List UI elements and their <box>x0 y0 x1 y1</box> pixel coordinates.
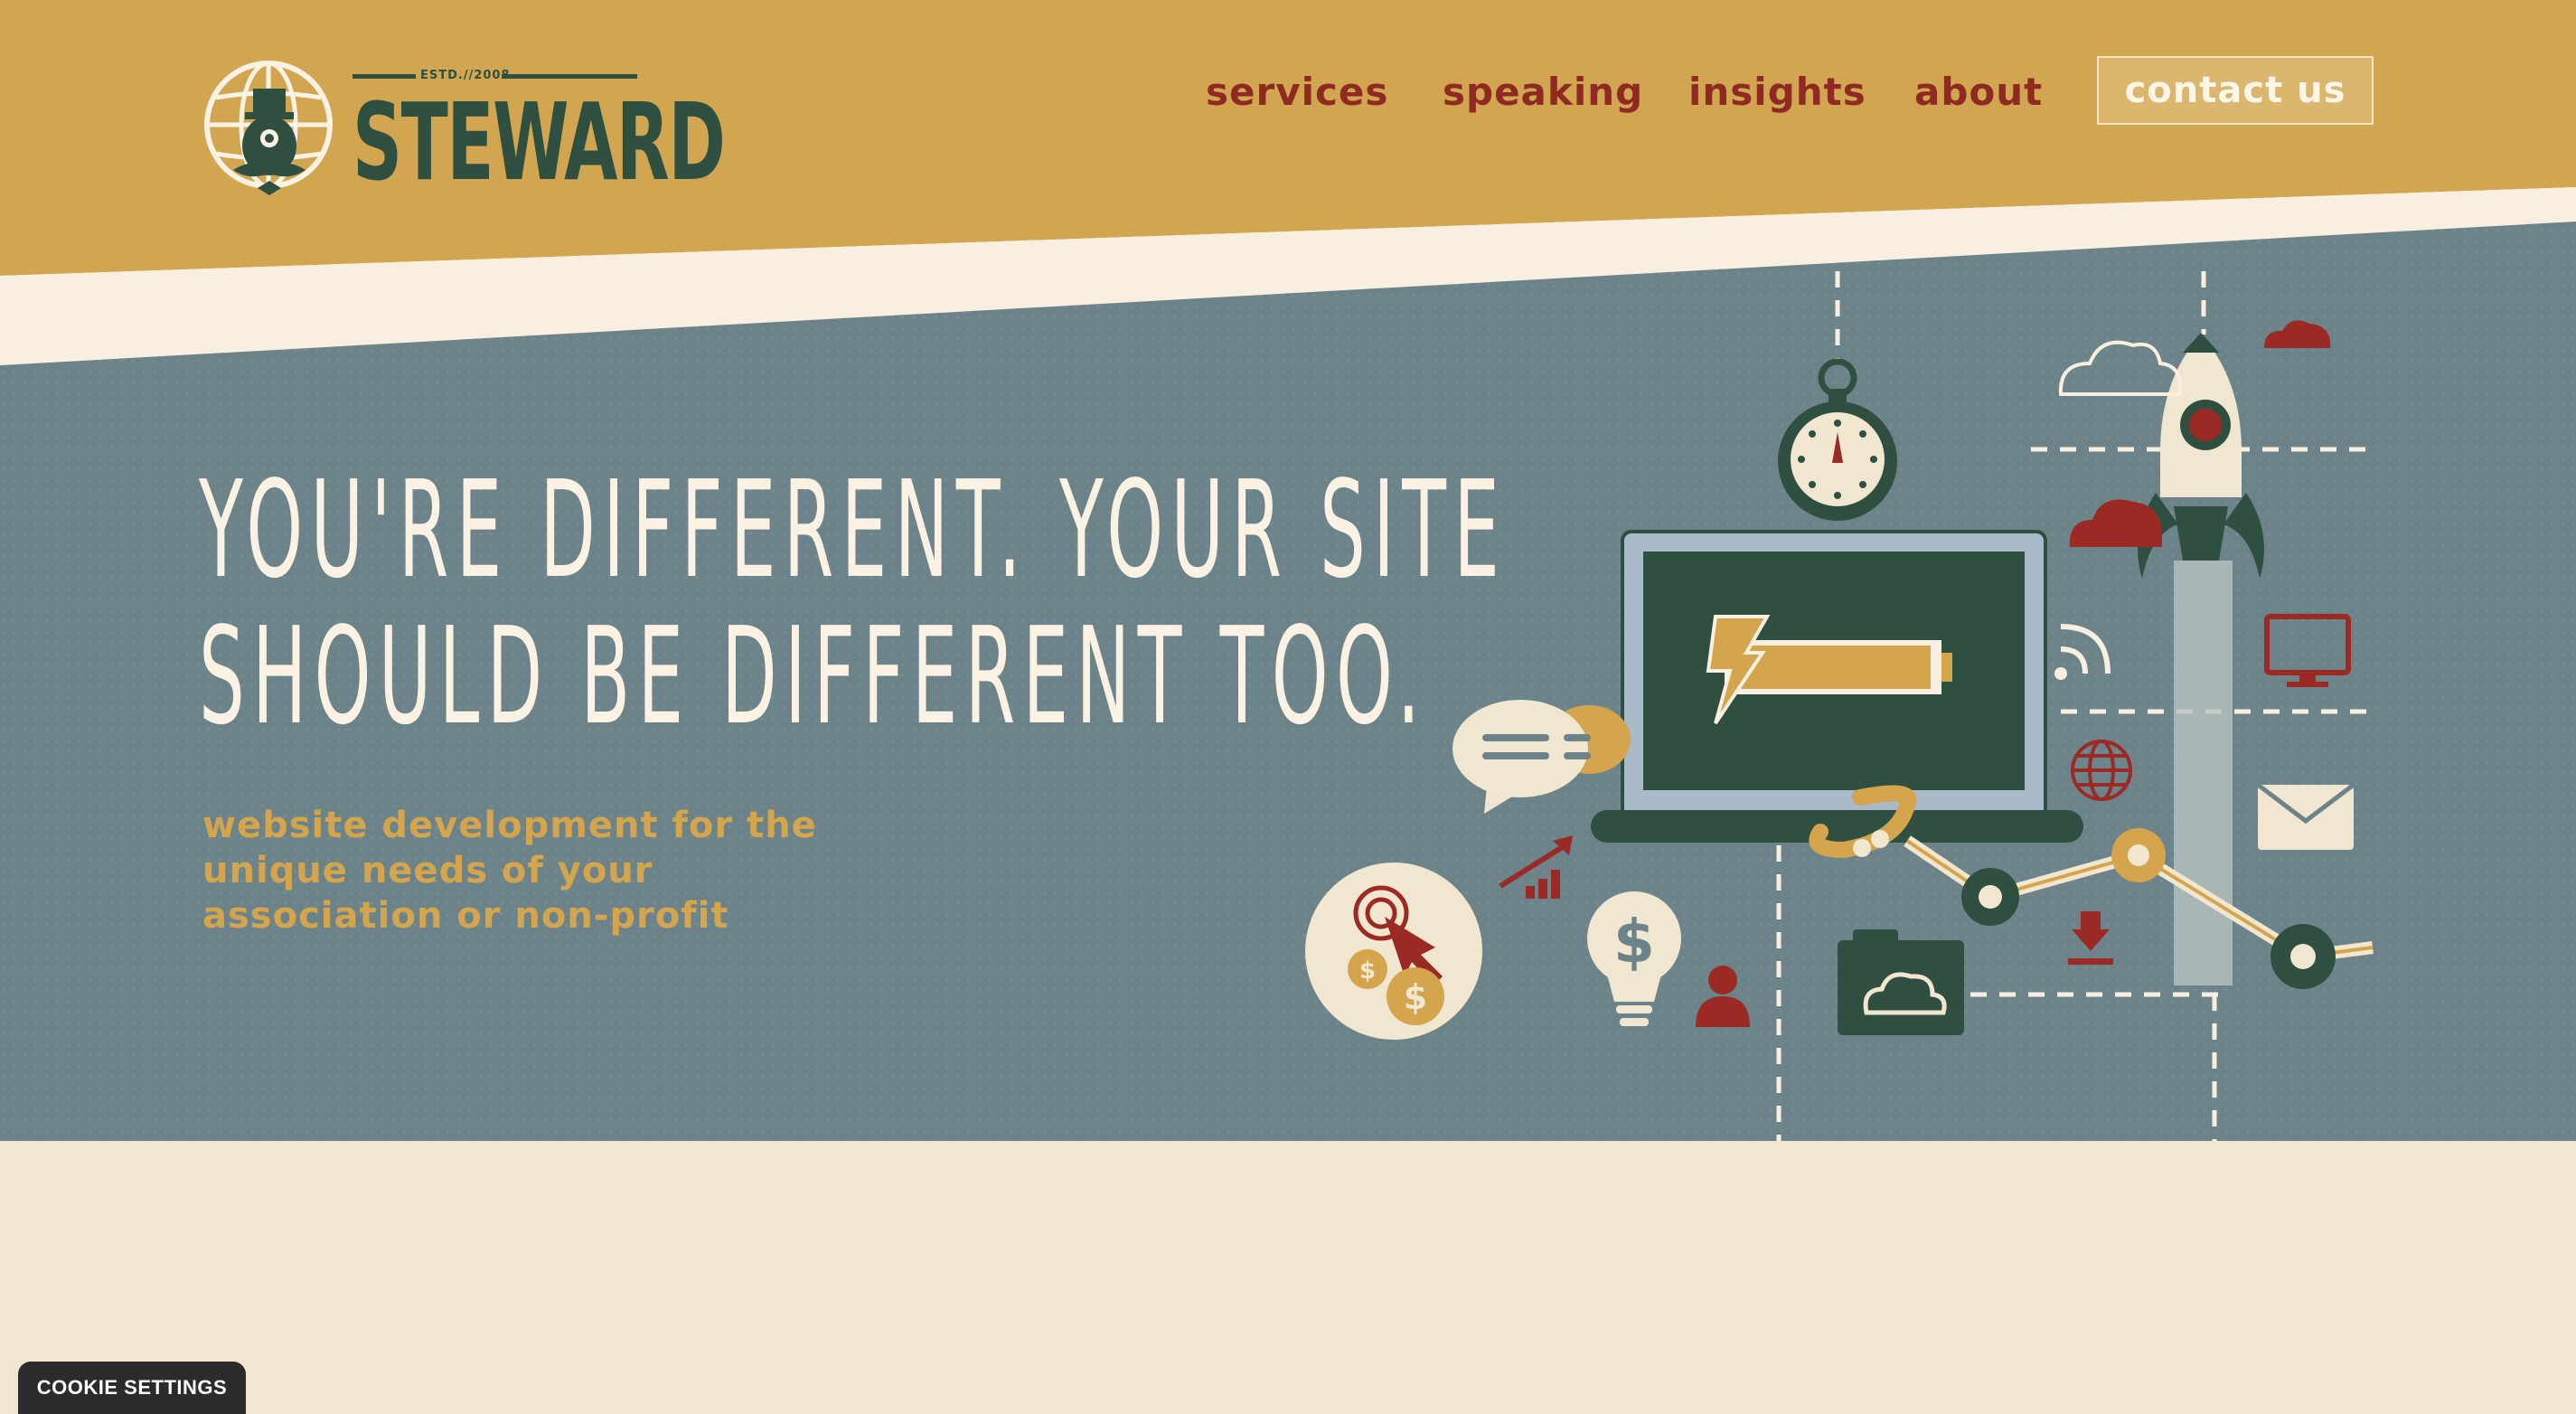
cloud-icon-red <box>2069 499 2162 547</box>
cookie-settings-button[interactable]: COOKIE SETTINGS <box>18 1362 246 1414</box>
nav-speaking[interactable]: speaking <box>1443 56 1643 128</box>
globe-small-icon <box>2071 740 2132 801</box>
contact-us-button[interactable]: contact us <box>2097 56 2374 125</box>
svg-text:$: $ <box>1404 977 1427 1017</box>
wifi-icon <box>2054 624 2111 680</box>
logo-rule-right <box>502 74 637 79</box>
download-icon <box>2068 911 2113 965</box>
folder-cloud-icon <box>1838 929 1964 1035</box>
nav-services[interactable]: services <box>1206 56 1388 128</box>
user-icon <box>1696 966 1750 1027</box>
envelope-icon <box>2256 783 2355 850</box>
logo-wordmark: STEWARD <box>353 80 726 204</box>
nav-insights[interactable]: insights <box>1688 56 1866 128</box>
svg-text:$: $ <box>1359 957 1376 985</box>
rocket-exhaust <box>2174 561 2233 985</box>
headline-line-2: SHOULD BE DIFFERENT TOO. <box>199 599 1428 754</box>
subheading-line-1: website development for the <box>202 805 817 846</box>
globe-icon <box>204 61 333 195</box>
hero-illustration: $ $ $ <box>1305 271 2374 1141</box>
chart-up-icon <box>1499 835 1573 899</box>
cloud-icon-red <box>2264 320 2331 348</box>
stopwatch-icon <box>1778 358 1897 521</box>
lightbulb-dollar-icon: $ <box>1587 891 1681 1026</box>
subheading-line-2: unique needs of your <box>202 850 653 891</box>
monitor-icon <box>2264 614 2351 687</box>
target-click-icon: $ $ <box>1305 863 1482 1040</box>
cloud-icon <box>2058 340 2183 396</box>
hero-headline: YOU'RE DIFFERENT. YOUR SITE SHOULD BE DI… <box>199 452 1508 754</box>
hero-subheading: website development for the unique needs… <box>202 803 835 938</box>
nav-about[interactable]: about <box>1914 56 2043 128</box>
chat-bubble-icon <box>1453 700 1631 814</box>
svg-text:$: $ <box>1613 907 1655 976</box>
subheading-line-3: association or non-profit <box>202 895 729 937</box>
steward-logo[interactable]: ESTD.//2008 STEWARD <box>203 52 726 211</box>
logo-rule-left <box>353 74 416 79</box>
headline-line-1: YOU'RE DIFFERENT. YOUR SITE <box>199 452 1508 608</box>
